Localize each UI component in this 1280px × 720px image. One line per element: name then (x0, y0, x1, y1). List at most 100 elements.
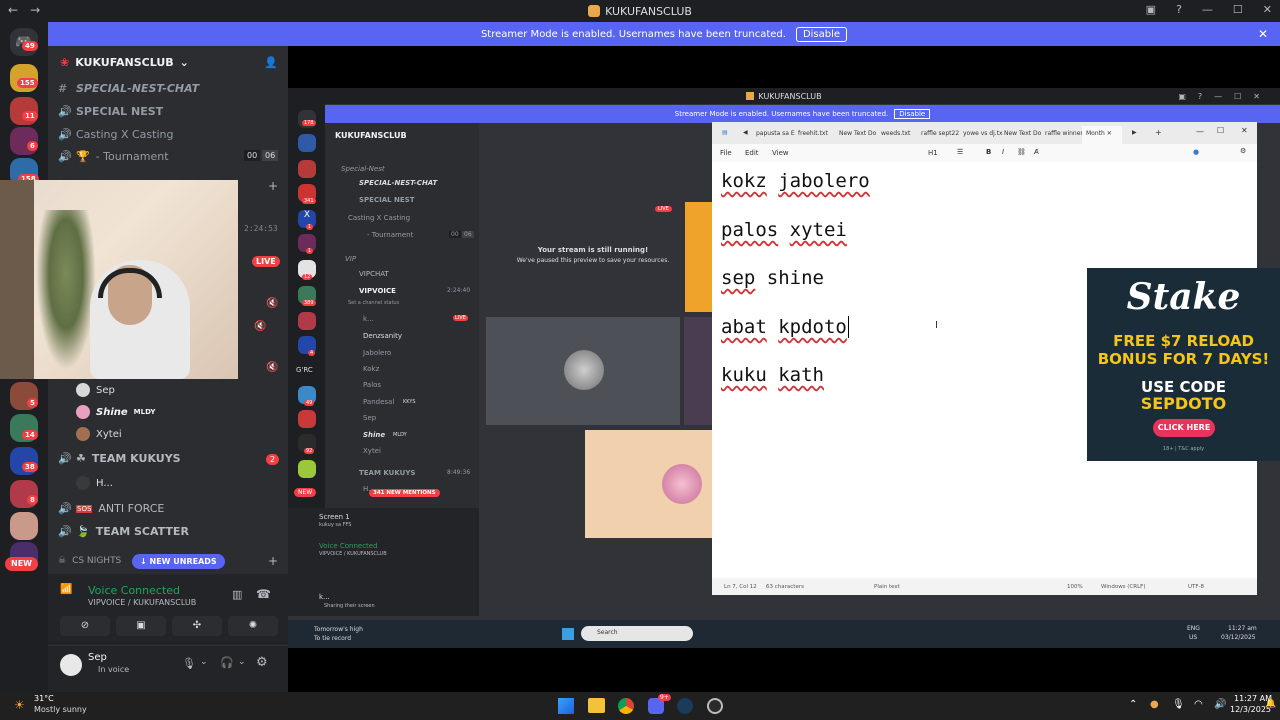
stream-tile[interactable] (685, 202, 713, 312)
inner-set-status[interactable]: Set a channel status (348, 300, 399, 306)
inner-member[interactable]: Kokz (363, 365, 379, 373)
back-arrow-icon[interactable]: ← (8, 3, 18, 17)
inner-category[interactable]: Special-Nest (341, 165, 385, 173)
channel-item[interactable]: 🔊 SPECIAL NEST (58, 105, 163, 118)
new-unreads-pill[interactable]: ↓ NEW UNREADS (132, 554, 225, 569)
close-button[interactable]: ✕ (1263, 3, 1272, 16)
obs-icon[interactable] (707, 698, 723, 714)
menu-view[interactable]: View (772, 149, 789, 157)
inner-search-box[interactable]: Search (581, 626, 693, 641)
inner-channel[interactable]: - Tournament (367, 231, 413, 239)
channel-item[interactable]: 🔊 SOS ANTI FORCE (58, 502, 164, 515)
inner-guild-name[interactable]: KUKUFANSCLUB (335, 131, 407, 140)
weather-icon[interactable]: ☀ (14, 698, 25, 712)
channel-item[interactable]: # SPECIAL-NEST-CHAT (58, 82, 199, 95)
chevron-up-icon[interactable]: ⌃ (1129, 699, 1137, 710)
disconnect-icon[interactable]: ☎ (256, 587, 271, 601)
notepad-tab[interactable]: New Text Do (1004, 130, 1041, 137)
inbox-icon[interactable]: ▣ (1146, 3, 1156, 16)
start-icon[interactable] (558, 698, 574, 714)
forward-arrow-icon[interactable]: → (30, 3, 40, 17)
notepad-tab[interactable]: raffle sept22 (921, 130, 959, 137)
notification-icon[interactable]: 🔔 (1265, 699, 1276, 709)
inner-member[interactable]: k... (363, 315, 374, 323)
tab-scroll-right[interactable]: ▶ (1132, 129, 1137, 136)
wifi-icon[interactable]: ◠ (1194, 699, 1203, 710)
headphones-icon[interactable]: 🎧 (220, 656, 234, 669)
inner-member[interactable]: Palos (363, 381, 381, 389)
inner-member[interactable]: Jabolero (363, 349, 391, 357)
inner-category[interactable]: VIP (345, 255, 356, 263)
notepad-max[interactable]: ☐ (1217, 126, 1224, 135)
menu-file[interactable]: File (720, 149, 732, 157)
screen-share-button[interactable]: ▣ (116, 616, 166, 636)
new-tab-icon[interactable]: + (1155, 128, 1162, 137)
channel-item[interactable]: 🔊 ☘ TEAM KUKUYS (58, 452, 181, 465)
volume-icon[interactable]: 🔊 (1214, 699, 1226, 710)
add-channel-icon[interactable]: + (268, 179, 278, 193)
inner-disable-button[interactable]: Disable (894, 109, 931, 119)
inner-window-controls[interactable]: ▣?—☐✕ (1178, 92, 1272, 101)
notepad-tab[interactable]: New Text Do (839, 130, 876, 137)
steam-icon[interactable] (677, 698, 693, 714)
camera-button[interactable]: ⊘ (60, 616, 110, 636)
activities-button[interactable]: ✣ (172, 616, 222, 636)
inner-windows-icon[interactable] (562, 628, 574, 640)
add-member-icon[interactable]: 👤 (264, 56, 278, 69)
list-icon[interactable]: ☰ (957, 148, 963, 156)
notepad-min[interactable]: — (1196, 127, 1204, 136)
bold-icon[interactable]: B (986, 148, 991, 156)
inner-member[interactable]: Pandesal (363, 398, 394, 406)
chevron-down-icon[interactable]: ⌄ (238, 657, 246, 667)
notepad-tab[interactable]: weeds.txt (881, 130, 910, 137)
add-channel-icon[interactable]: + (268, 554, 278, 568)
new-badge[interactable]: NEW (5, 557, 38, 571)
microphone-icon[interactable]: 🎙 (1172, 699, 1185, 710)
inner-mentions-pill[interactable]: 341 NEW MENTIONS (369, 489, 440, 497)
banner-close-icon[interactable]: ✕ (1258, 27, 1268, 41)
inner-member[interactable]: Shine (363, 431, 385, 439)
help-icon[interactable]: ? (1176, 3, 1182, 16)
inner-voice-channel[interactable]: VIPVOICE / KUKUFANSCLUB (319, 551, 387, 557)
status-zoom[interactable]: 100% (1067, 584, 1083, 590)
inner-channel[interactable]: SPECIAL NEST (359, 196, 414, 204)
voice-user[interactable]: Xytei (76, 427, 122, 441)
inner-channel[interactable]: VIPCHAT (359, 270, 389, 278)
menu-edit[interactable]: Edit (745, 149, 759, 157)
inner-server-icon[interactable] (298, 160, 316, 178)
notepad-tab-active[interactable]: Month ✕ (1082, 126, 1122, 144)
inner-channel[interactable]: Casting X Casting (348, 214, 410, 222)
file-explorer-icon[interactable] (588, 698, 605, 713)
server-icon[interactable] (10, 512, 38, 540)
minimize-button[interactable]: — (1202, 3, 1213, 16)
inner-server-icon[interactable] (298, 460, 316, 478)
copilot-icon[interactable]: ● (1193, 148, 1199, 156)
inner-channel[interactable]: VIPVOICE (359, 287, 396, 295)
chrome-icon[interactable] (618, 698, 634, 714)
category-item[interactable]: ☠ CS NIGHTS (58, 556, 121, 566)
gear-icon[interactable]: ⚙ (256, 655, 268, 670)
maximize-button[interactable]: ☐ (1233, 3, 1243, 16)
heading-dropdown[interactable]: H1 (928, 149, 938, 157)
inner-new-badge[interactable]: NEW (294, 488, 317, 497)
gear-icon[interactable]: ⚙ (1240, 147, 1246, 155)
notepad-tab[interactable]: yowe vs dj.tx (963, 130, 1003, 137)
participant-tile[interactable] (684, 317, 714, 425)
avatar[interactable] (60, 654, 82, 676)
microphone-icon[interactable]: 🎙 (182, 657, 196, 670)
channel-item[interactable]: 🔊 🏆 - Tournament (58, 150, 169, 163)
disable-button[interactable]: Disable (795, 26, 848, 42)
tab-scroll-left[interactable]: ◀ (743, 129, 748, 136)
channel-item[interactable]: 🔊 🍃 TEAM SCATTER (58, 525, 189, 538)
inner-server-label[interactable]: G'RC (296, 366, 313, 374)
notepad-close[interactable]: ✕ (1241, 126, 1248, 135)
channel-item[interactable]: 🔊 Casting X Casting (58, 128, 173, 141)
inner-member[interactable]: Sep (363, 414, 376, 422)
tab-close-icon[interactable]: ✕ (1107, 130, 1112, 137)
notepad-tab[interactable]: freehit.txt (798, 130, 828, 137)
inner-server-icon[interactable] (298, 134, 316, 152)
soundboard-button[interactable]: ✺ (228, 616, 278, 636)
inner-channel[interactable]: SPECIAL-NEST-CHAT (359, 179, 437, 187)
inner-member[interactable]: Xytei (363, 447, 381, 455)
inner-member[interactable]: Denzsanity (363, 332, 402, 340)
